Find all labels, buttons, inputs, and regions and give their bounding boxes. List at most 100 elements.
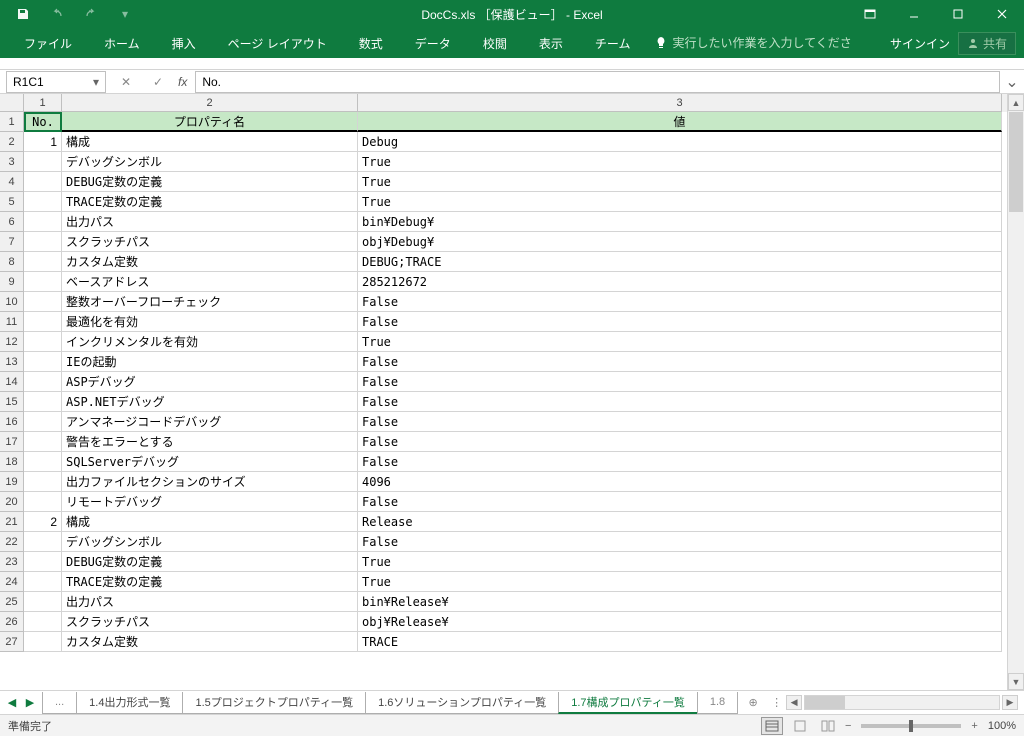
scroll-thumb[interactable] (1009, 112, 1023, 212)
zoom-slider[interactable] (861, 724, 961, 728)
signin-link[interactable]: サインイン (890, 35, 950, 52)
worksheet-grid[interactable]: 1 2 3 1 No. プロパティ名 値 21構成Debug3デバッグシンボルT… (0, 94, 1024, 690)
qat-customize-icon[interactable]: ▾ (110, 2, 140, 26)
cell-val[interactable]: False (358, 532, 1002, 552)
cell-no[interactable] (24, 632, 62, 652)
row-header[interactable]: 3 (0, 152, 24, 172)
cell-val[interactable]: True (358, 152, 1002, 172)
cell-header-val[interactable]: 値 (358, 112, 1002, 132)
close-icon[interactable] (980, 0, 1024, 28)
cell-prop[interactable]: SQLServerデバッグ (62, 452, 358, 472)
row-header[interactable]: 22 (0, 532, 24, 552)
row-header[interactable]: 16 (0, 412, 24, 432)
cell-no[interactable] (24, 492, 62, 512)
row-header[interactable]: 9 (0, 272, 24, 292)
tab-data[interactable]: データ (399, 28, 467, 58)
cell-val[interactable]: False (358, 292, 1002, 312)
row-header[interactable]: 26 (0, 612, 24, 632)
tab-team[interactable]: チーム (579, 28, 647, 58)
scroll-up-icon[interactable]: ▲ (1008, 94, 1024, 111)
sheet-tab-2[interactable]: 1.6ソリューションプロパティ一覧 (365, 692, 559, 714)
cell-prop[interactable]: インクリメンタルを有効 (62, 332, 358, 352)
cell-no[interactable] (24, 152, 62, 172)
tell-me-search[interactable] (654, 36, 852, 50)
share-button[interactable]: 共有 (958, 32, 1016, 55)
row-header[interactable]: 5 (0, 192, 24, 212)
undo-icon[interactable] (42, 2, 72, 26)
tab-file[interactable]: ファイル (8, 28, 88, 58)
row-header[interactable]: 8 (0, 252, 24, 272)
cell-header-prop[interactable]: プロパティ名 (62, 112, 358, 132)
ribbon-display-icon[interactable] (848, 0, 892, 28)
cell-prop[interactable]: カスタム定数 (62, 252, 358, 272)
cell-val[interactable]: False (358, 312, 1002, 332)
row-header[interactable]: 14 (0, 372, 24, 392)
cell-prop[interactable]: TRACE定数の定義 (62, 572, 358, 592)
tab-nav-prev-icon[interactable]: ◀ (4, 693, 20, 713)
cell-prop[interactable]: スクラッチパス (62, 612, 358, 632)
cell-header-no[interactable]: No. (24, 112, 62, 132)
cell-no[interactable] (24, 532, 62, 552)
cell-val[interactable]: TRACE (358, 632, 1002, 652)
cell-val[interactable]: bin¥Release¥ (358, 592, 1002, 612)
zoom-thumb[interactable] (909, 720, 913, 732)
name-box[interactable]: R1C1 ▾ (6, 71, 106, 93)
cell-no[interactable] (24, 412, 62, 432)
cell-no[interactable] (24, 372, 62, 392)
enter-formula-icon[interactable]: ✓ (146, 72, 170, 92)
maximize-icon[interactable] (936, 0, 980, 28)
zoom-out-icon[interactable]: − (845, 720, 851, 732)
row-header[interactable]: 19 (0, 472, 24, 492)
row-header[interactable]: 11 (0, 312, 24, 332)
redo-icon[interactable] (76, 2, 106, 26)
cell-val[interactable]: DEBUG;TRACE (358, 252, 1002, 272)
cell-prop[interactable]: 整数オーバーフローチェック (62, 292, 358, 312)
cell-val[interactable]: False (358, 432, 1002, 452)
cell-val[interactable]: obj¥Debug¥ (358, 232, 1002, 252)
cell-val[interactable]: obj¥Release¥ (358, 612, 1002, 632)
row-header[interactable]: 6 (0, 212, 24, 232)
cell-val[interactable]: False (358, 412, 1002, 432)
zoom-in-icon[interactable]: + (971, 720, 977, 732)
cell-no[interactable] (24, 272, 62, 292)
row-header[interactable]: 4 (0, 172, 24, 192)
cell-val[interactable]: False (358, 372, 1002, 392)
cell-prop[interactable]: スクラッチパス (62, 232, 358, 252)
cell-val[interactable]: False (358, 492, 1002, 512)
sheet-tab-0[interactable]: 1.4出力形式一覧 (76, 692, 183, 714)
cell-prop[interactable]: ベースアドレス (62, 272, 358, 292)
cancel-formula-icon[interactable]: ✕ (114, 72, 138, 92)
hscroll-left-icon[interactable]: ◀ (786, 695, 802, 710)
cell-prop[interactable]: TRACE定数の定義 (62, 192, 358, 212)
row-header[interactable]: 2 (0, 132, 24, 152)
tab-page-layout[interactable]: ページ レイアウト (212, 28, 343, 58)
cell-no[interactable] (24, 252, 62, 272)
cell-prop[interactable]: ASPデバッグ (62, 372, 358, 392)
cell-prop[interactable]: 出力ファイルセクションのサイズ (62, 472, 358, 492)
scroll-down-icon[interactable]: ▼ (1008, 673, 1024, 690)
cell-val[interactable]: bin¥Debug¥ (358, 212, 1002, 232)
cell-no[interactable] (24, 232, 62, 252)
hscroll-thumb[interactable] (805, 696, 845, 709)
cell-val[interactable]: True (358, 572, 1002, 592)
cell-no[interactable] (24, 552, 62, 572)
horizontal-scrollbar[interactable] (804, 695, 1000, 710)
vertical-scrollbar[interactable]: ▲ ▼ (1007, 94, 1024, 690)
normal-view-icon[interactable] (761, 717, 783, 735)
zoom-level[interactable]: 100% (988, 720, 1016, 732)
cell-val[interactable]: False (358, 452, 1002, 472)
tab-formulas[interactable]: 数式 (343, 28, 399, 58)
cell-no[interactable] (24, 392, 62, 412)
tab-nav-next-icon[interactable]: ▶ (22, 693, 38, 713)
cell-no[interactable] (24, 612, 62, 632)
sheet-tab-next-overflow[interactable]: 1.8 (697, 692, 738, 714)
row-header[interactable]: 21 (0, 512, 24, 532)
cell-prop[interactable]: 最適化を有効 (62, 312, 358, 332)
cell-no[interactable] (24, 212, 62, 232)
sheet-tab-3[interactable]: 1.7構成プロパティ一覧 (558, 692, 698, 714)
col-header-3[interactable]: 3 (358, 94, 1002, 112)
row-header[interactable]: 23 (0, 552, 24, 572)
cell-val[interactable]: True (358, 172, 1002, 192)
cell-no[interactable] (24, 312, 62, 332)
cell-prop[interactable]: DEBUG定数の定義 (62, 172, 358, 192)
